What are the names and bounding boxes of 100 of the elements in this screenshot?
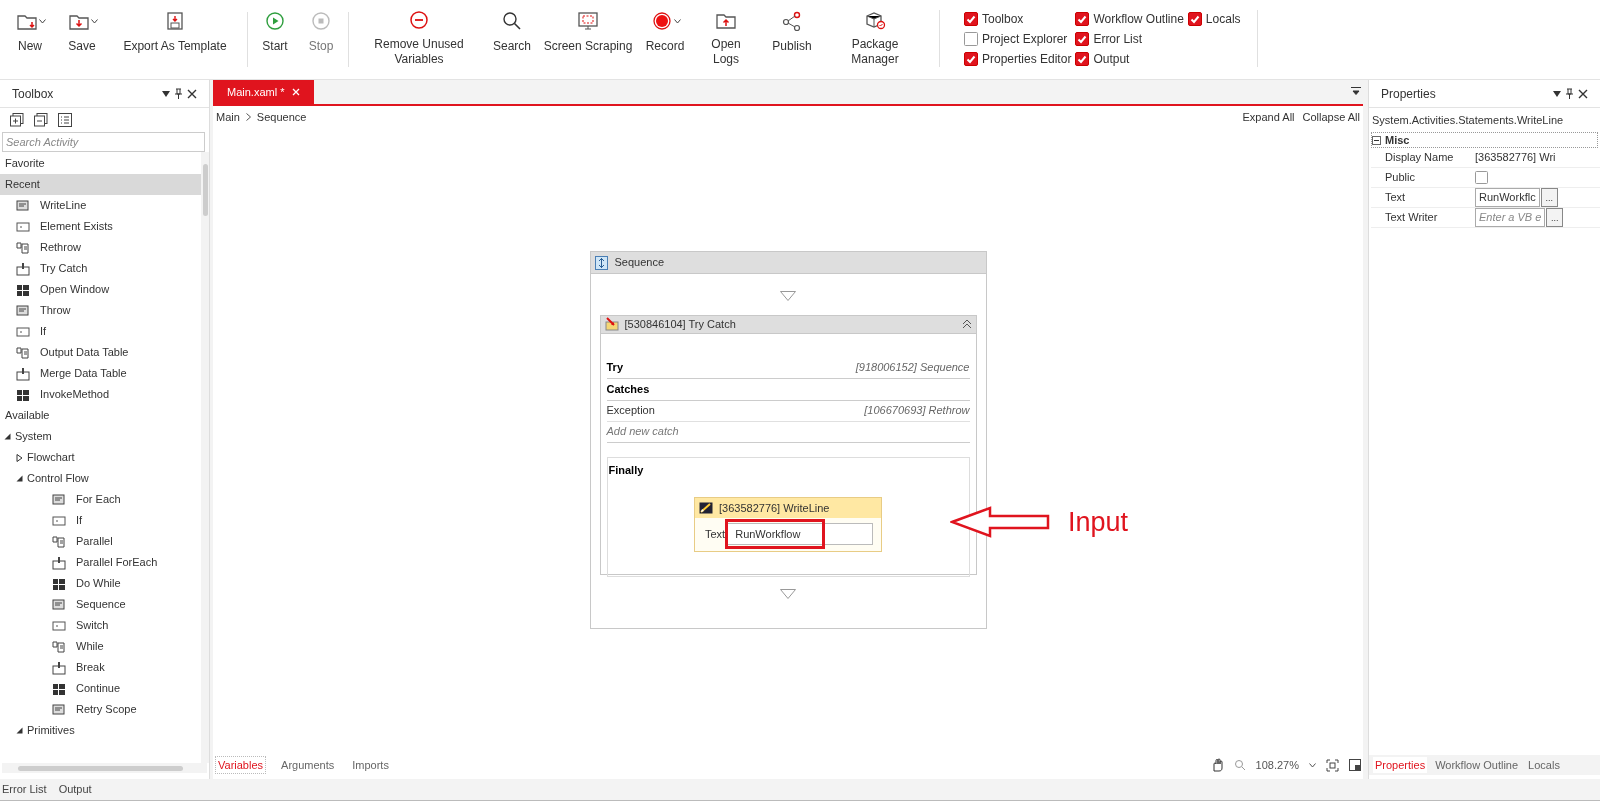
- toolbar-button[interactable]: Search: [489, 12, 535, 67]
- toolbox-item[interactable]: WriteLine: [0, 195, 201, 216]
- toolbar-button[interactable]: Package Manager: [829, 12, 921, 67]
- search-field[interactable]: Search Activity: [2, 132, 205, 152]
- section-label: Catches: [606, 381, 650, 397]
- property-field[interactable]: Enter a VB e: [1475, 208, 1546, 227]
- activity-icon: [52, 513, 66, 528]
- toolbox-item[interactable]: Element Exists: [0, 216, 201, 237]
- more-button[interactable]: ...: [1546, 208, 1564, 227]
- breadcrumb-link[interactable]: Sequence: [256, 108, 307, 126]
- checkbox[interactable]: [1075, 52, 1090, 66]
- toolbar-button[interactable]: New: [7, 12, 53, 67]
- panel-tab[interactable]: Output: [58, 781, 92, 798]
- toolbox-item[interactable]: Open Window: [0, 279, 201, 300]
- toolbox-item[interactable]: Rethrow: [0, 237, 201, 258]
- toolbar-button[interactable]: Remove Unused Variables: [357, 12, 481, 67]
- expand-all-icon[interactable]: [10, 113, 24, 127]
- toolbox-item[interactable]: Throw: [0, 300, 201, 321]
- toolbox-item[interactable]: InvokeMethod: [0, 384, 201, 405]
- expanded-icon[interactable]: [4, 433, 11, 440]
- activity-reference[interactable]: [106670693] Rethrow: [864, 402, 970, 419]
- dropdown-icon[interactable]: [162, 90, 170, 97]
- dropdown-icon[interactable]: [1553, 90, 1561, 97]
- overview-icon[interactable]: [1349, 759, 1361, 771]
- toolbox-item[interactable]: Break: [0, 657, 201, 678]
- section-label: Try: [606, 360, 623, 376]
- checkbox-label: Locals: [1205, 11, 1241, 28]
- breadcrumb-link[interactable]: Main: [216, 108, 240, 126]
- more-button[interactable]: ...: [1540, 188, 1558, 207]
- toolbar-button[interactable]: Start: [256, 12, 294, 67]
- caret-icon[interactable]: [1309, 762, 1316, 768]
- toolbox-section[interactable]: Available: [0, 405, 201, 426]
- dropdown-icon[interactable]: [1351, 87, 1361, 95]
- panel-tab[interactable]: Properties: [1373, 756, 1428, 774]
- toolbar-button[interactable]: Export As Template: [111, 12, 239, 67]
- toolbox-section[interactable]: Favorite: [0, 153, 201, 174]
- checkbox[interactable]: [1187, 12, 1202, 26]
- expanded-icon[interactable]: [16, 475, 23, 482]
- toolbox-item[interactable]: Output Data Table: [0, 342, 201, 363]
- toolbox-item[interactable]: Retry Scope: [0, 699, 201, 720]
- list-icon[interactable]: [58, 113, 72, 127]
- designer-tab[interactable]: Arguments: [278, 755, 338, 775]
- designer-tab[interactable]: Imports: [349, 755, 392, 775]
- checkbox[interactable]: [1475, 171, 1488, 184]
- expanded-icon[interactable]: [16, 727, 23, 734]
- activity-reference[interactable]: [918006152] Sequence: [855, 359, 970, 376]
- drop-arrow-icon[interactable]: [780, 291, 796, 301]
- drop-arrow-icon[interactable]: [780, 589, 796, 599]
- checkbox[interactable]: [1075, 12, 1090, 26]
- property-field[interactable]: RunWorkflc: [1475, 188, 1540, 207]
- pin-icon[interactable]: [174, 88, 183, 99]
- checkbox[interactable]: [964, 12, 978, 26]
- panel-tab[interactable]: Workflow Outline: [1433, 756, 1521, 774]
- toolbar-button[interactable]: Open Logs: [697, 12, 755, 67]
- collapsed-icon[interactable]: [16, 453, 23, 462]
- toolbar-button[interactable]: Record: [641, 12, 689, 67]
- toolbox-item[interactable]: Try Catch: [0, 258, 201, 279]
- checkbox[interactable]: [964, 52, 978, 66]
- toolbox-item[interactable]: Merge Data Table: [0, 363, 201, 384]
- tree-node[interactable]: System: [0, 426, 201, 447]
- toolbox-item[interactable]: Continue: [0, 678, 201, 699]
- document-tab[interactable]: Main.xaml *: [213, 80, 315, 104]
- add-catch-link[interactable]: Add new catch: [606, 423, 679, 440]
- link[interactable]: Expand All: [1242, 108, 1295, 126]
- toolbox-item[interactable]: Switch: [0, 615, 201, 636]
- toolbox-item[interactable]: While: [0, 636, 201, 657]
- checkbox-label: Workflow Outline: [1093, 11, 1184, 28]
- close-icon[interactable]: [1578, 88, 1588, 99]
- toolbox-item[interactable]: Parallel: [0, 531, 201, 552]
- text-field[interactable]: RunWorkflow: [727, 523, 874, 545]
- toolbar-button[interactable]: Save: [61, 12, 103, 67]
- toolbox-item[interactable]: Do While: [0, 573, 201, 594]
- tree-node[interactable]: Control Flow: [0, 468, 201, 489]
- activity-icon: [16, 240, 30, 255]
- fit-screen-icon[interactable]: [1326, 758, 1339, 772]
- checkbox[interactable]: [964, 32, 978, 46]
- chevron-icon: [245, 113, 251, 121]
- scrollbar[interactable]: [2, 763, 207, 773]
- scrollbar[interactable]: [201, 152, 209, 763]
- collapse-icon[interactable]: [1372, 135, 1381, 145]
- collapse-icon[interactable]: [961, 319, 972, 330]
- tree-node[interactable]: Flowchart: [0, 447, 201, 468]
- panel-tab[interactable]: Locals: [1526, 756, 1562, 774]
- checkbox-label: Project Explorer: [982, 31, 1068, 48]
- toolbox-item[interactable]: For Each: [0, 489, 201, 510]
- panel-tab[interactable]: Error List: [2, 781, 47, 798]
- designer-tab[interactable]: Variables: [215, 755, 267, 775]
- pin-icon[interactable]: [1565, 88, 1574, 99]
- toolbar-button[interactable]: Screen Scraping: [543, 12, 633, 67]
- toolbox-item[interactable]: Parallel ForEach: [0, 552, 201, 573]
- tree-node[interactable]: Primitives: [0, 720, 201, 741]
- collapse-all-icon[interactable]: [34, 113, 48, 127]
- toolbox-item[interactable]: Sequence: [0, 594, 201, 615]
- toolbox-section[interactable]: Recent: [0, 174, 201, 195]
- toolbar-button[interactable]: Publish: [763, 12, 821, 67]
- checkbox[interactable]: [1075, 32, 1090, 46]
- toolbox-item[interactable]: If: [0, 321, 201, 342]
- close-icon[interactable]: [187, 88, 197, 99]
- link[interactable]: Collapse All: [1302, 108, 1360, 126]
- toolbox-item[interactable]: If: [0, 510, 201, 531]
